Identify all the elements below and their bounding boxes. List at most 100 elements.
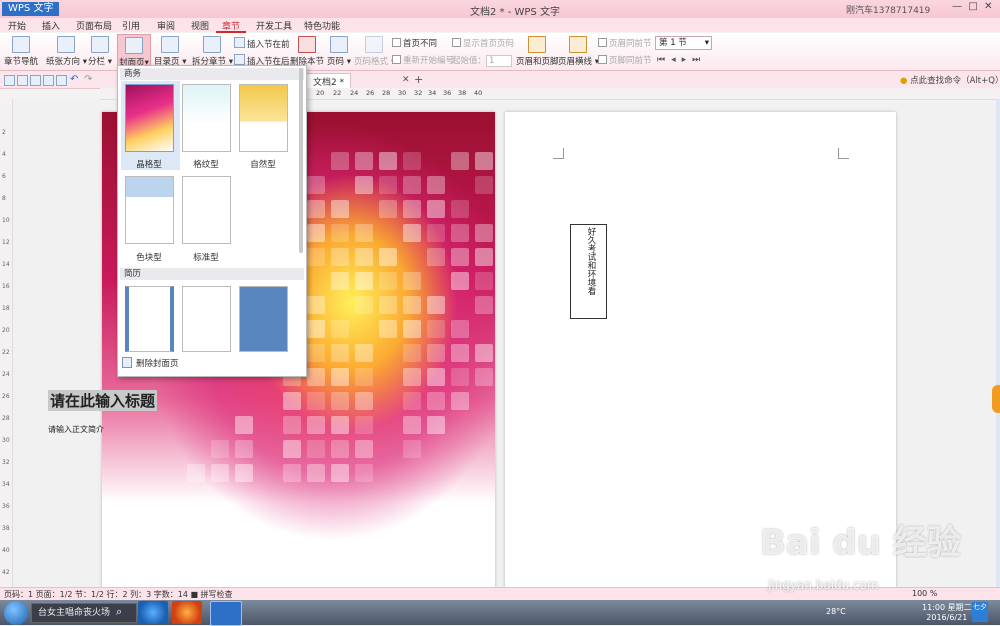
wps-taskbar-icon[interactable] bbox=[210, 601, 242, 626]
menu-bar: 开始 插入 页面布局 引用 审阅 视图 章节 开发工具 特色功能 bbox=[0, 18, 1000, 32]
grid-square bbox=[355, 368, 373, 386]
close-icon[interactable]: ✕ bbox=[984, 1, 992, 12]
grid-square bbox=[403, 200, 421, 218]
template-label: 标准型 bbox=[193, 253, 219, 263]
resume-template-1[interactable] bbox=[125, 286, 174, 352]
start-value-input[interactable]: 1 bbox=[486, 55, 513, 67]
cover-template-lattice[interactable] bbox=[125, 84, 174, 152]
resume-template-3[interactable] bbox=[239, 286, 288, 352]
minimize-icon[interactable]: — bbox=[952, 1, 962, 12]
section-select[interactable]: 第 1 节 ▾ bbox=[655, 36, 712, 50]
resume-template-2[interactable] bbox=[182, 286, 231, 352]
preview-icon[interactable] bbox=[43, 75, 54, 86]
ruler-tick: 40 bbox=[2, 547, 10, 554]
section-nav-arrows[interactable]: ⏮◂▸⏭ bbox=[657, 55, 706, 65]
undo-icon[interactable]: ↶ bbox=[70, 74, 78, 85]
cover-title[interactable]: 请在此输入标题 bbox=[48, 390, 158, 411]
show-first-page-number-checkbox[interactable]: 显示首页页码 bbox=[452, 37, 514, 49]
menu-home[interactable]: 开始 bbox=[8, 19, 26, 32]
ie-taskbar-icon[interactable] bbox=[138, 601, 168, 624]
zoom-level[interactable]: 100 % bbox=[912, 589, 937, 598]
close-tab-icon[interactable]: ✕ bbox=[402, 75, 410, 85]
cover-template-plaid[interactable] bbox=[182, 84, 231, 152]
cover-template-block[interactable] bbox=[125, 176, 174, 244]
menu-references[interactable]: 引用 bbox=[122, 19, 140, 32]
gallery-scrollbar[interactable] bbox=[299, 68, 303, 253]
delete-section-button[interactable]: 删除本节 bbox=[290, 36, 324, 67]
status-info: 页码：1 页面：1/2 节：1/2 行：2 列：3 字数：14 ■ 拼写检查 bbox=[4, 590, 233, 599]
ruler-tick: 32 bbox=[2, 459, 10, 466]
footer-same-as-previous-checkbox[interactable]: 页脚同前节 bbox=[598, 54, 652, 66]
insert-section-before-button[interactable]: 插入节在前 bbox=[234, 37, 290, 50]
menu-review[interactable]: 审阅 bbox=[157, 19, 175, 32]
grid-square bbox=[427, 392, 445, 410]
grid-square bbox=[355, 248, 373, 266]
menu-layout[interactable]: 页面布局 bbox=[76, 19, 112, 32]
checkbox-icon bbox=[598, 38, 607, 47]
grid-square bbox=[379, 152, 397, 170]
ruler-tick: 36 bbox=[2, 503, 10, 510]
new-tab-icon[interactable]: + bbox=[414, 73, 423, 86]
cover-template-nature[interactable] bbox=[239, 84, 288, 152]
ruler-tick: 14 bbox=[2, 261, 10, 268]
menu-view[interactable]: 视图 bbox=[191, 19, 209, 32]
header-footer-button[interactable]: 页眉和页脚 bbox=[516, 36, 559, 67]
maximize-icon[interactable]: □ bbox=[968, 1, 977, 12]
template-label: 色块型 bbox=[136, 253, 162, 263]
grid-square bbox=[379, 320, 397, 338]
ruler-tick: 20 bbox=[2, 327, 10, 334]
open-icon[interactable] bbox=[4, 75, 15, 86]
ruler-tick: 34 bbox=[428, 89, 437, 97]
ruler-tick: 38 bbox=[458, 89, 467, 97]
ruler-tick: 26 bbox=[2, 393, 10, 400]
page-number-format-button[interactable]: 页码格式 ▾ bbox=[354, 36, 395, 67]
orientation-button[interactable]: 纸张方向 ▾ bbox=[46, 36, 87, 67]
clock[interactable]: 11:00 星期二 2016/6/21 bbox=[922, 603, 972, 623]
redo-icon[interactable]: ↷ bbox=[84, 74, 92, 85]
window-controls[interactable]: — □ ✕ bbox=[952, 1, 993, 12]
print-icon[interactable] bbox=[30, 75, 41, 86]
delete-cover-page-item[interactable]: 删除封面页 bbox=[136, 357, 179, 369]
menu-developer[interactable]: 开发工具 bbox=[256, 19, 292, 32]
cover-intro[interactable]: 请输入正文简介 bbox=[48, 424, 104, 435]
cover-page-button[interactable]: 封面页▾ bbox=[117, 34, 151, 69]
grid-square bbox=[331, 416, 349, 434]
grid-square bbox=[451, 200, 469, 218]
next-section-icon[interactable]: ▸ bbox=[682, 55, 693, 65]
export-icon[interactable] bbox=[56, 75, 67, 86]
vertical-scrollbar[interactable] bbox=[996, 99, 1000, 587]
cover-template-standard[interactable] bbox=[182, 176, 231, 244]
grid-square bbox=[403, 344, 421, 362]
header-same-as-previous-checkbox[interactable]: 页眉同前节 bbox=[598, 37, 652, 49]
ruler-tick: 40 bbox=[474, 89, 483, 97]
calendar-badge[interactable]: 七夕 bbox=[972, 602, 988, 622]
start-button[interactable] bbox=[4, 601, 28, 625]
save-icon[interactable] bbox=[17, 75, 28, 86]
different-first-page-checkbox[interactable]: 首页不同 bbox=[392, 37, 437, 49]
user-account[interactable]: 刚汽车1378717419 bbox=[846, 3, 930, 16]
columns-button[interactable]: 分栏 ▾ bbox=[88, 36, 112, 67]
checkbox-icon bbox=[452, 38, 461, 47]
menu-insert[interactable]: 插入 bbox=[42, 19, 60, 32]
grid-square bbox=[379, 176, 397, 194]
ruler-tick: 6 bbox=[2, 173, 6, 180]
restart-numbering-checkbox[interactable]: 重新开始编号 bbox=[392, 54, 454, 66]
firefox-taskbar-icon[interactable] bbox=[172, 601, 202, 624]
split-section-button[interactable]: 拆分章节 ▾ bbox=[192, 36, 233, 67]
header-line-icon bbox=[569, 36, 588, 53]
last-section-icon[interactable]: ⏭ bbox=[692, 55, 706, 65]
page-number-button[interactable]: 页码 ▾ bbox=[327, 36, 351, 67]
search-icon[interactable]: ⌕ bbox=[116, 605, 122, 619]
side-panel-toggle[interactable] bbox=[992, 385, 1000, 413]
first-section-icon[interactable]: ⏮ bbox=[657, 55, 671, 65]
header-line-button[interactable]: 页眉横线 ▾ bbox=[558, 36, 599, 67]
document-tab[interactable]: 文档2 * bbox=[306, 73, 352, 89]
toc-page-button[interactable]: 目录页 ▾ bbox=[154, 36, 186, 67]
command-search[interactable]: ● 点此查找命令（Alt+Q） bbox=[900, 74, 1000, 86]
menu-features[interactable]: 特色功能 bbox=[304, 19, 340, 32]
prev-section-icon[interactable]: ◂ bbox=[671, 55, 682, 65]
section-nav-button[interactable]: 章节导航 bbox=[4, 36, 38, 67]
grid-square bbox=[475, 344, 493, 362]
grid-square bbox=[451, 272, 469, 290]
app-menu-button[interactable]: WPS 文字 bbox=[2, 2, 60, 16]
